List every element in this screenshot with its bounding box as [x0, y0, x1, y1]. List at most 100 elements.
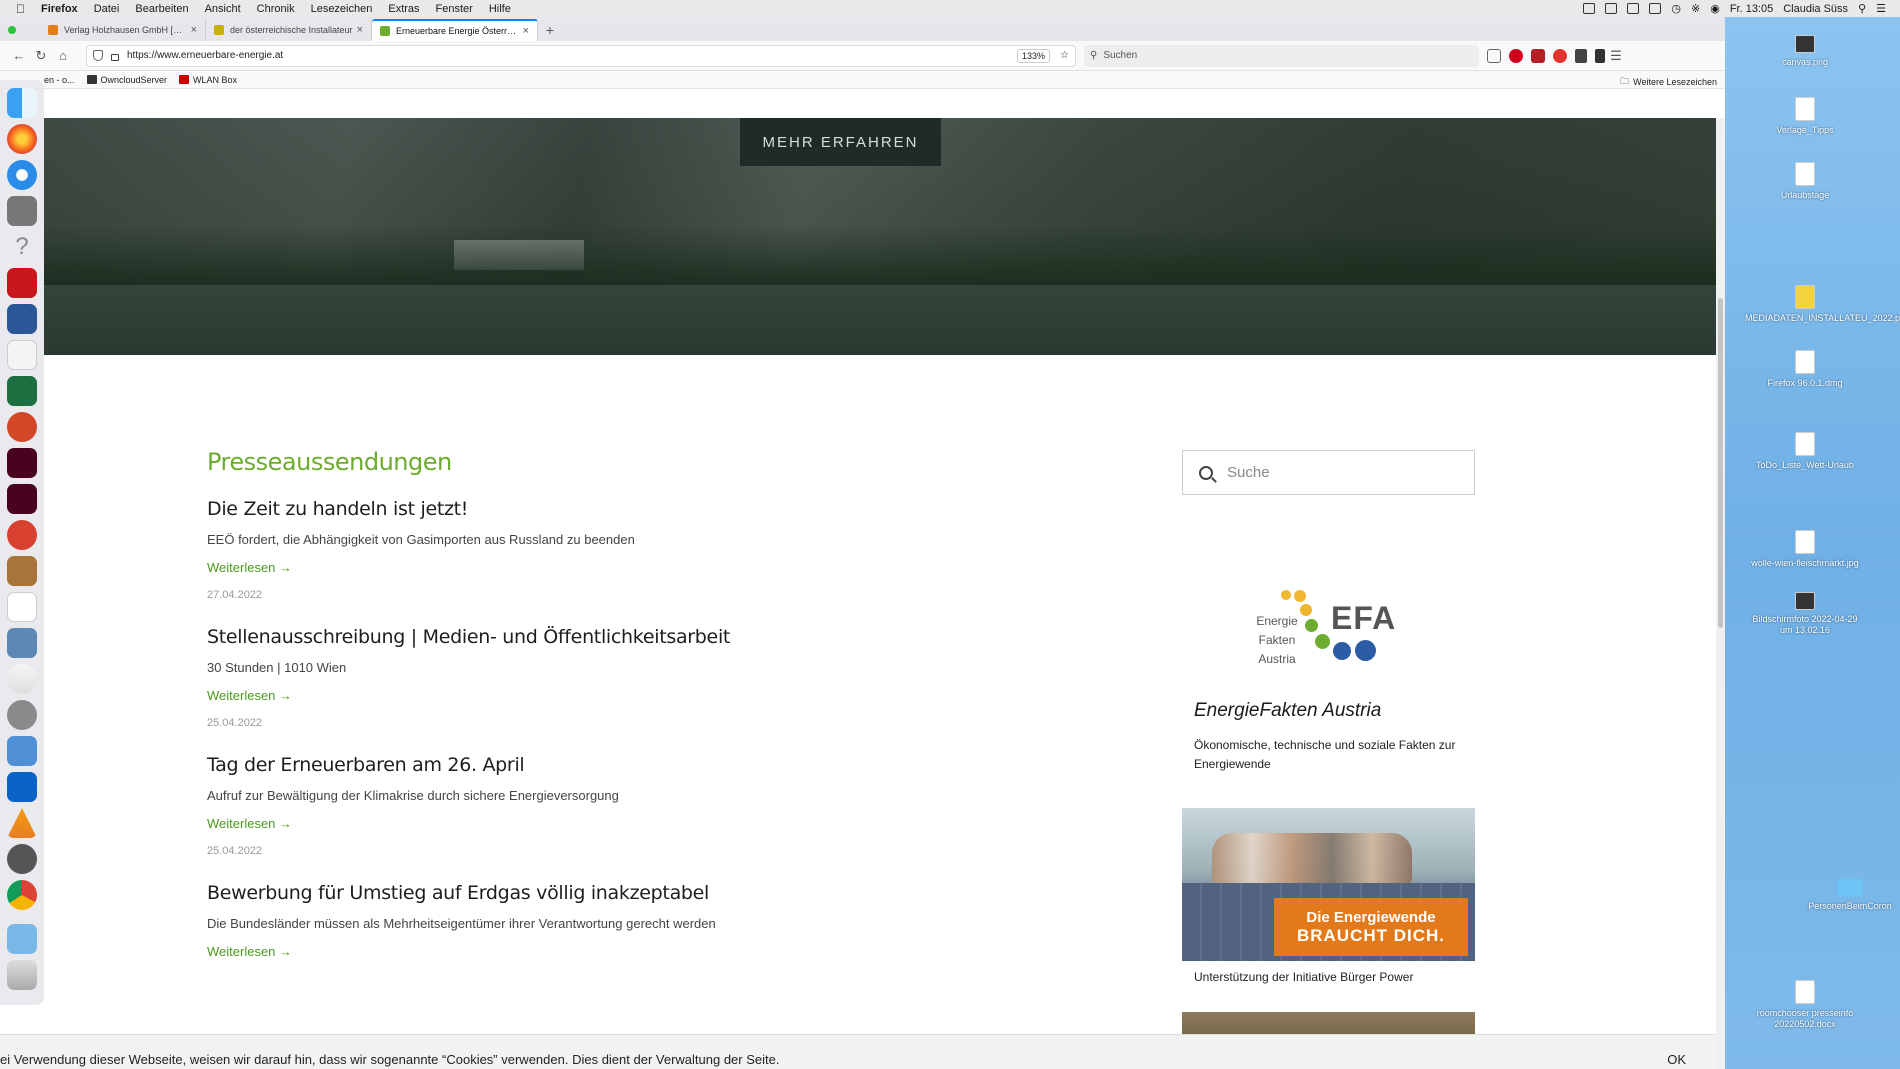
applications-folder-icon[interactable] — [7, 924, 37, 954]
menu-chronik[interactable]: Chronik — [257, 3, 295, 15]
menu-bearbeiten[interactable]: Bearbeiten — [135, 3, 188, 15]
url-text[interactable]: https://www.erneuerbare-energie.at — [127, 50, 1017, 61]
menubar-clock[interactable]: Fr. 13:05 — [1730, 3, 1773, 15]
safari-icon[interactable] — [7, 160, 37, 190]
read-more-link[interactable]: Weiterlesen → — [207, 560, 292, 575]
buerger-power-banner[interactable]: Die Energiewende BRAUCHT DICH. — [1182, 808, 1475, 961]
zoom-level[interactable]: 133% — [1017, 48, 1051, 63]
window-zoom-button[interactable] — [8, 26, 16, 34]
desktop-file[interactable]: Firefox 96.0.1.dmg — [1745, 350, 1865, 389]
desktop-file[interactable]: roomchooser presseinfo 20220502.docx — [1745, 980, 1865, 1030]
efa-logo[interactable]: Energie Fakten Austria EFA — [1247, 580, 1417, 670]
tracking-protection-icon[interactable] — [93, 50, 103, 61]
powerpoint-icon[interactable] — [7, 412, 37, 442]
desktop-file[interactable]: Urlaubstage — [1745, 162, 1865, 201]
extension-icon[interactable] — [1595, 48, 1605, 63]
article-title[interactable]: Tag der Erneuerbaren am 26. April — [207, 754, 1107, 776]
apple-menu-icon[interactable]:  — [16, 2, 25, 16]
reload-icon[interactable]: ↻ — [30, 45, 52, 67]
spotlight-icon[interactable]: ⚲ — [1858, 2, 1866, 15]
menu-ansicht[interactable]: Ansicht — [205, 3, 241, 15]
calendar-icon[interactable] — [7, 592, 37, 622]
home-icon[interactable]: ⌂ — [52, 45, 74, 67]
music-icon[interactable] — [7, 664, 37, 694]
mehr-erfahren-button[interactable]: MEHR ERFAHREN — [740, 118, 941, 166]
bookmark-star-icon[interactable]: ☆ — [1060, 50, 1069, 61]
acrobat-icon[interactable] — [7, 268, 37, 298]
tab-verlag-holzhausen[interactable]: Verlag Holzhausen GmbH [Prod × — [40, 19, 206, 41]
desktop-folder[interactable]: PersonenBeimCoron — [1790, 879, 1900, 912]
preview-icon[interactable] — [7, 628, 37, 658]
desktop-file[interactable]: wolle-wien-fleischmarkt.jpg — [1745, 530, 1865, 569]
site-search-input[interactable]: Suche — [1182, 450, 1475, 495]
menu-extras[interactable]: Extras — [388, 3, 419, 15]
tab-erneuerbare-energie[interactable]: Erneuerbare Energie Österreich × — [372, 19, 538, 41]
ublock-icon[interactable] — [1553, 48, 1567, 63]
efa-title[interactable]: EnergieFakten Austria — [1194, 700, 1381, 722]
menu-hilfe[interactable]: Hilfe — [489, 3, 511, 15]
textedit-icon[interactable] — [7, 340, 37, 370]
library-icon[interactable] — [1575, 48, 1587, 63]
bluetooth-icon[interactable]: ※ — [1691, 2, 1700, 15]
cookie-ok-button[interactable]: OK — [1667, 1052, 1686, 1067]
menu-fenster[interactable]: Fenster — [436, 3, 473, 15]
status-icon[interactable] — [1605, 3, 1618, 14]
bookmark-owncloud[interactable]: OwncloudServer — [86, 75, 167, 85]
lock-icon[interactable] — [111, 53, 119, 61]
close-tab-icon[interactable]: × — [357, 24, 363, 36]
tab-installateur[interactable]: der österreichische Installateur × — [206, 19, 372, 41]
chrome-icon[interactable] — [7, 880, 37, 910]
extension-icon[interactable] — [1531, 48, 1545, 63]
search-bar[interactable]: ⚲ Suchen — [1084, 44, 1479, 67]
time-machine-icon[interactable]: ◷ — [1671, 2, 1681, 15]
page-scrollbar[interactable] — [1716, 118, 1725, 1069]
read-more-link[interactable]: Weiterlesen → — [207, 688, 292, 703]
finder-icon[interactable] — [7, 88, 37, 118]
close-tab-icon[interactable]: × — [523, 25, 529, 37]
adblock-icon[interactable] — [1509, 48, 1523, 63]
scrollbar-thumb[interactable] — [1718, 298, 1723, 628]
article-title[interactable]: Die Zeit zu handeln ist jetzt! — [207, 498, 1107, 520]
article-title[interactable]: Stellenausschreibung | Medien- und Öffen… — [207, 626, 1107, 648]
notes-icon[interactable] — [7, 556, 37, 586]
menu-lesezeichen[interactable]: Lesezeichen — [311, 3, 373, 15]
outlook-icon[interactable] — [7, 772, 37, 802]
status-icon[interactable] — [1583, 3, 1596, 14]
menu-app-name[interactable]: Firefox — [41, 3, 78, 15]
firefox-icon[interactable] — [7, 124, 37, 154]
hamburger-menu-icon[interactable]: ☰ — [1605, 45, 1627, 67]
close-tab-icon[interactable]: × — [191, 24, 197, 36]
launchpad-icon[interactable] — [7, 700, 37, 730]
status-icon[interactable] — [1649, 3, 1662, 14]
desktop-file[interactable]: MEDIADATEN_INSTALLATEU_2022.pdf — [1745, 285, 1900, 324]
back-icon[interactable]: ← — [8, 45, 30, 67]
word-icon[interactable] — [7, 304, 37, 334]
filezilla-icon[interactable] — [7, 520, 37, 550]
indesign-icon[interactable] — [7, 448, 37, 478]
new-tab-button[interactable]: + — [538, 19, 562, 41]
desktop-file[interactable]: Verlage_Tipps — [1745, 97, 1865, 136]
desktop-file[interactable]: ToDo_Liste_Wett-Urlaub — [1745, 432, 1865, 471]
vlc-icon[interactable] — [7, 808, 37, 838]
read-more-link[interactable]: Weiterlesen → — [207, 816, 292, 831]
status-icon[interactable] — [1627, 3, 1640, 14]
pocket-icon[interactable] — [1487, 48, 1501, 63]
system-preferences-icon[interactable] — [7, 844, 37, 874]
desktop-file[interactable]: Bildschirmfoto 2022-04-29 um 13.02.16 — [1745, 592, 1865, 636]
trash-icon[interactable] — [7, 960, 37, 990]
indesign-icon[interactable] — [7, 484, 37, 514]
article-title[interactable]: Bewerbung für Umstieg auf Erdgas völlig … — [207, 882, 1107, 904]
wifi-icon[interactable]: ◉ — [1710, 2, 1720, 15]
help-icon[interactable]: ? — [7, 232, 37, 262]
excel-icon[interactable] — [7, 376, 37, 406]
menubar-user[interactable]: Claudia Süss — [1783, 3, 1848, 15]
mail-icon[interactable] — [7, 736, 37, 766]
desktop-file[interactable]: canvas.png — [1745, 35, 1865, 68]
menu-datei[interactable]: Datei — [94, 3, 120, 15]
control-center-icon[interactable]: ☰ — [1876, 2, 1886, 15]
read-more-link[interactable]: Weiterlesen → — [207, 944, 292, 959]
bookmark-item[interactable]: en - o... — [44, 75, 75, 85]
bookmark-wlan-box[interactable]: WLAN Box — [179, 75, 237, 85]
gimp-icon[interactable] — [7, 196, 37, 226]
more-bookmarks[interactable]: 🗀 Weitere Lesezeichen — [1620, 74, 1717, 90]
